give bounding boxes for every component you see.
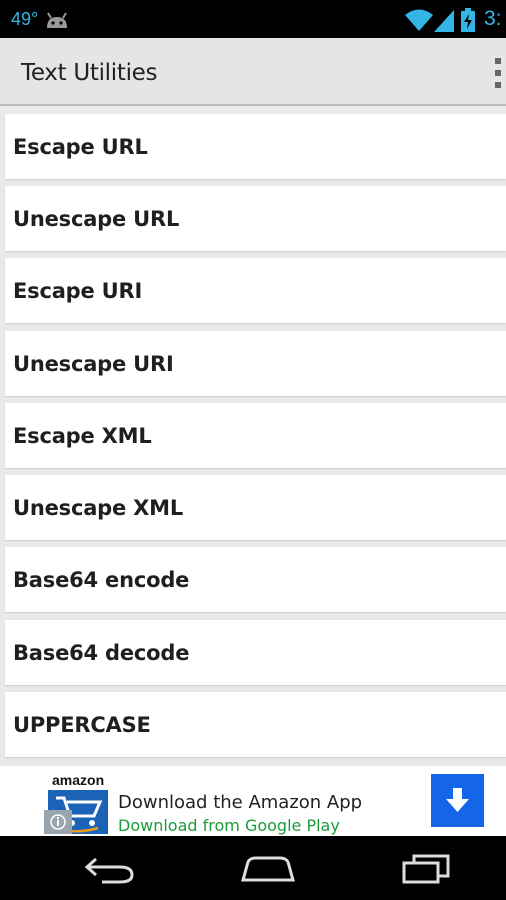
temperature-text: 49° — [11, 9, 39, 29]
list-item-unescape-url[interactable]: Unescape URL — [5, 186, 506, 251]
list-item-label: Unescape URI — [13, 352, 174, 376]
status-bar: 49° 3: — [0, 0, 506, 38]
ad-banner[interactable]: amazon Download the Amazon App Download … — [0, 766, 506, 836]
app-title: Text Utilities — [21, 60, 158, 86]
list-item-escape-url[interactable]: Escape URL — [5, 114, 506, 179]
ad-subtitle: Download from Google Play — [118, 816, 340, 835]
download-button[interactable] — [431, 774, 484, 827]
recent-apps-icon[interactable] — [400, 854, 452, 884]
list-item-label: UPPERCASE — [13, 713, 151, 737]
list-item-unescape-xml[interactable]: Unescape XML — [5, 475, 506, 540]
utility-list: Escape URL Unescape URL Escape URI Unesc… — [0, 106, 506, 766]
list-item-base64-encode[interactable]: Base64 encode — [5, 547, 506, 612]
amazon-logo: amazon — [52, 772, 105, 788]
list-item-escape-uri[interactable]: Escape URI — [5, 258, 506, 323]
back-icon[interactable] — [82, 854, 136, 884]
list-item-label: Escape XML — [13, 424, 152, 448]
list-item-label: Escape URI — [13, 279, 143, 303]
list-item-uppercase[interactable]: UPPERCASE — [5, 692, 506, 757]
list-item-label: Escape URL — [13, 135, 148, 159]
battery-charging-icon — [461, 8, 475, 32]
signal-icon — [434, 10, 454, 32]
clock-text: 3: — [484, 7, 502, 30]
action-bar: Text Utilities — [0, 38, 506, 106]
android-icon — [47, 12, 67, 28]
ad-title: Download the Amazon App — [118, 792, 363, 813]
overflow-menu-icon[interactable] — [490, 56, 506, 90]
download-arrow-icon — [446, 788, 469, 812]
list-item-label: Unescape URL — [13, 207, 180, 231]
info-icon[interactable] — [44, 810, 72, 834]
list-item-unescape-uri[interactable]: Unescape URI — [5, 331, 506, 396]
list-item-label: Base64 decode — [13, 641, 190, 665]
list-item-base64-decode[interactable]: Base64 decode — [5, 620, 506, 685]
wifi-icon — [405, 9, 433, 31]
navigation-bar — [0, 836, 506, 900]
list-item-label: Base64 encode — [13, 568, 190, 592]
home-icon[interactable] — [240, 856, 296, 882]
list-item-escape-xml[interactable]: Escape XML — [5, 403, 506, 468]
list-item-label: Unescape XML — [13, 496, 184, 520]
